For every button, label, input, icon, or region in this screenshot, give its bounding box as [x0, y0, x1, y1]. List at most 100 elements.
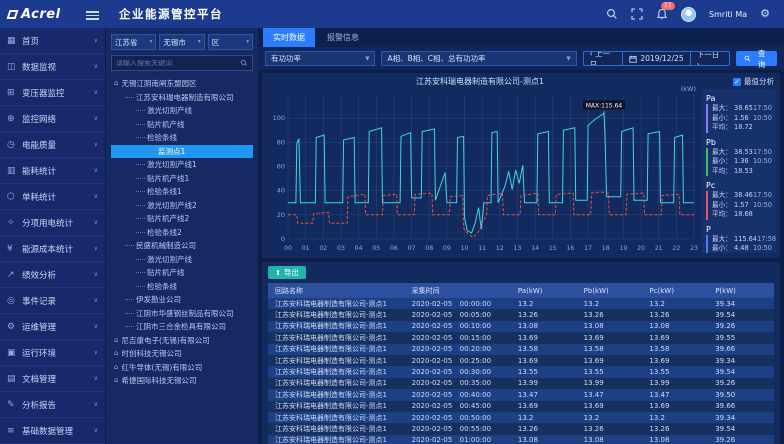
sidebar-item[interactable]: ◷电能质量∨: [0, 132, 105, 158]
tree-node-label: 贴片机产线1: [147, 172, 189, 186]
chevron-down-icon: ∨: [94, 63, 98, 70]
svg-text:00: 00: [284, 245, 292, 252]
table-header-cell: P(kW): [708, 283, 774, 298]
tree-node[interactable]: 贴片机产线1: [111, 172, 253, 186]
table-header-cell: Pc(kW): [642, 283, 708, 298]
sidebar-item-label: 事件记录: [22, 295, 94, 307]
region-select[interactable]: 江苏省▾: [111, 34, 156, 50]
tree-node[interactable]: 贴片机产线: [111, 118, 253, 132]
user-avatar[interactable]: [681, 7, 696, 22]
cell-power-value: 13.99: [511, 378, 577, 389]
tree-node[interactable]: 伊发勘业公司: [111, 293, 253, 307]
stat-label: 平均：: [712, 167, 734, 177]
cell-circuit-name: 江苏安科瑞电器制造有限公司-测点1: [268, 412, 405, 423]
sidebar-item[interactable]: ✎分析报告∨: [0, 392, 105, 418]
svg-text:15: 15: [549, 245, 557, 252]
tree-node[interactable]: 江阴市三合金检具有限公司: [111, 320, 253, 334]
tree-node[interactable]: ⌂红牛导体(无锡)有限公司: [111, 361, 253, 375]
table-row: 江苏安科瑞电器制造有限公司-测点12020-02-0500:15:0013.69…: [268, 332, 774, 343]
sidebar-item[interactable]: ▦首页∨: [0, 28, 105, 54]
tree-node[interactable]: 激光切割产线1: [111, 158, 253, 172]
tree-connector: [125, 97, 134, 98]
date-picker[interactable]: 2019/12/25: [622, 52, 689, 65]
sidebar-item[interactable]: ⊕监控网络∨: [0, 106, 105, 132]
fullscreen-icon[interactable]: [631, 8, 643, 20]
home-icon: ▦: [7, 36, 22, 46]
tab-inactive[interactable]: 报警信息: [317, 28, 369, 47]
sidebar-item[interactable]: ✧分项用电统计∨: [0, 210, 105, 236]
power-quality-icon: ◷: [7, 140, 22, 150]
region-select[interactable]: 无锡市▾: [159, 34, 204, 50]
tree-node[interactable]: 监测点1: [111, 145, 253, 159]
tree-node[interactable]: ⌂尼吉康电子(无锡)有限公司: [111, 334, 253, 348]
tree-node[interactable]: 激光切割产线: [111, 253, 253, 267]
sidebar-item[interactable]: ◫数据监视∨: [0, 54, 105, 80]
menu-toggle-icon[interactable]: [86, 9, 99, 22]
search-icon[interactable]: [606, 8, 618, 20]
sidebar-item[interactable]: ▤文档管理∨: [0, 366, 105, 392]
cell-power-value: 13.69: [642, 401, 708, 412]
settings-gear-icon[interactable]: ⚙: [760, 8, 770, 20]
cell-power-value: 39.26: [708, 378, 774, 389]
tree-node[interactable]: 激光切割产线: [111, 104, 253, 118]
svg-text:0: 0: [281, 235, 285, 243]
export-button[interactable]: ⬆ 导出: [268, 266, 306, 279]
max-analysis-checkbox[interactable]: ✓ 最值分析: [733, 76, 774, 87]
next-day-button[interactable]: 下一日 ›: [690, 52, 730, 65]
data-monitor-icon: ◫: [7, 62, 22, 72]
tree-node[interactable]: 检验条线1: [111, 185, 253, 199]
table-row: 江苏安科瑞电器制造有限公司-测点12020-02-0500:10:0013.08…: [268, 321, 774, 332]
sidebar-item[interactable]: ≡基础数据管理∨: [0, 418, 105, 444]
tree-node[interactable]: 贴片机产线2: [111, 212, 253, 226]
sidebar-item[interactable]: ▣运行环境∨: [0, 340, 105, 366]
tab-active[interactable]: 实时数据: [263, 28, 315, 47]
sidebar-item[interactable]: ⬡单耗统计∨: [0, 184, 105, 210]
tree-node[interactable]: ⌂时创科技无锡公司: [111, 347, 253, 361]
tree-search-icon[interactable]: [240, 59, 248, 67]
tree-node[interactable]: 检验条线: [111, 280, 253, 294]
cell-circuit-name: 江苏安科瑞电器制造有限公司-测点1: [268, 344, 405, 355]
phase-select[interactable]: A相、B相、C相、总有功功率▼: [381, 51, 576, 66]
sidebar-item[interactable]: ◎事件记录∨: [0, 288, 105, 314]
sidebar-item[interactable]: ↗绩效分析∨: [0, 262, 105, 288]
sidebar-item[interactable]: ⚙运维管理∨: [0, 314, 105, 340]
stat-value: 38.46: [734, 191, 753, 201]
tree-node-label: 激光切割产线2: [147, 199, 197, 213]
stat-value: 38.53: [734, 148, 753, 158]
cell-power-value: 13.2: [642, 412, 708, 423]
region-select[interactable]: 区▾: [208, 34, 253, 50]
tree-node[interactable]: 贴片机产线: [111, 266, 253, 280]
tree-node[interactable]: 江阴市华盛钢丝制品有限公司: [111, 307, 253, 321]
sidebar-item-label: 文档管理: [22, 373, 94, 385]
cell-power-value: 13.55: [511, 366, 577, 377]
sidebar-item[interactable]: ▥能耗统计∨: [0, 158, 105, 184]
notifications-bell-icon[interactable]: 11: [656, 8, 668, 20]
cell-power-value: 39.66: [708, 344, 774, 355]
tree-node[interactable]: 民盛机械制造公司: [111, 239, 253, 253]
tree-node[interactable]: 激光切割产线2: [111, 199, 253, 213]
cell-date: 2020-02-05: [412, 322, 460, 330]
main-sidebar: ▦首页∨◫数据监视∨⊞变压器监控∨⊕监控网络∨◷电能质量∨▥能耗统计∨⬡单耗统计…: [0, 28, 105, 444]
region-select-value: 无锡市: [163, 37, 186, 48]
stat-label: 最大：: [712, 191, 734, 201]
tree-node[interactable]: ⌂希捷国际科技无锡公司: [111, 374, 253, 388]
tree-node[interactable]: 检验条线: [111, 131, 253, 145]
sidebar-item[interactable]: ¥能源成本统计∨: [0, 236, 105, 262]
tree-node-label: 激光切割产线: [147, 104, 192, 118]
tree-node[interactable]: 检验条线2: [111, 226, 253, 240]
cell-power-value: 13.99: [577, 378, 643, 389]
svg-text:04: 04: [355, 245, 363, 252]
tree-connector: [136, 110, 145, 111]
prev-day-button[interactable]: ‹ 上一日: [584, 52, 623, 65]
max-min-stats-panel: Pa最大：38.6517:50最小：1.5610:50平均：18.72Pb最大：…: [702, 89, 776, 253]
svg-text:10: 10: [461, 245, 469, 252]
cell-power-value: 13.26: [642, 423, 708, 434]
cell-power-value: 39.54: [708, 366, 774, 377]
tree-search-input[interactable]: [116, 60, 240, 67]
parameter-select[interactable]: 有功功率▼: [265, 51, 375, 66]
sidebar-item[interactable]: ⊞变压器监控∨: [0, 80, 105, 106]
tree-node[interactable]: 江苏安科瑞电器制造有限公司: [111, 91, 253, 105]
tree-node[interactable]: ⌂无锡江阴南闸东盟园区: [111, 77, 253, 91]
cell-date: 2020-02-05: [412, 425, 460, 433]
query-button[interactable]: 查询: [736, 51, 777, 66]
